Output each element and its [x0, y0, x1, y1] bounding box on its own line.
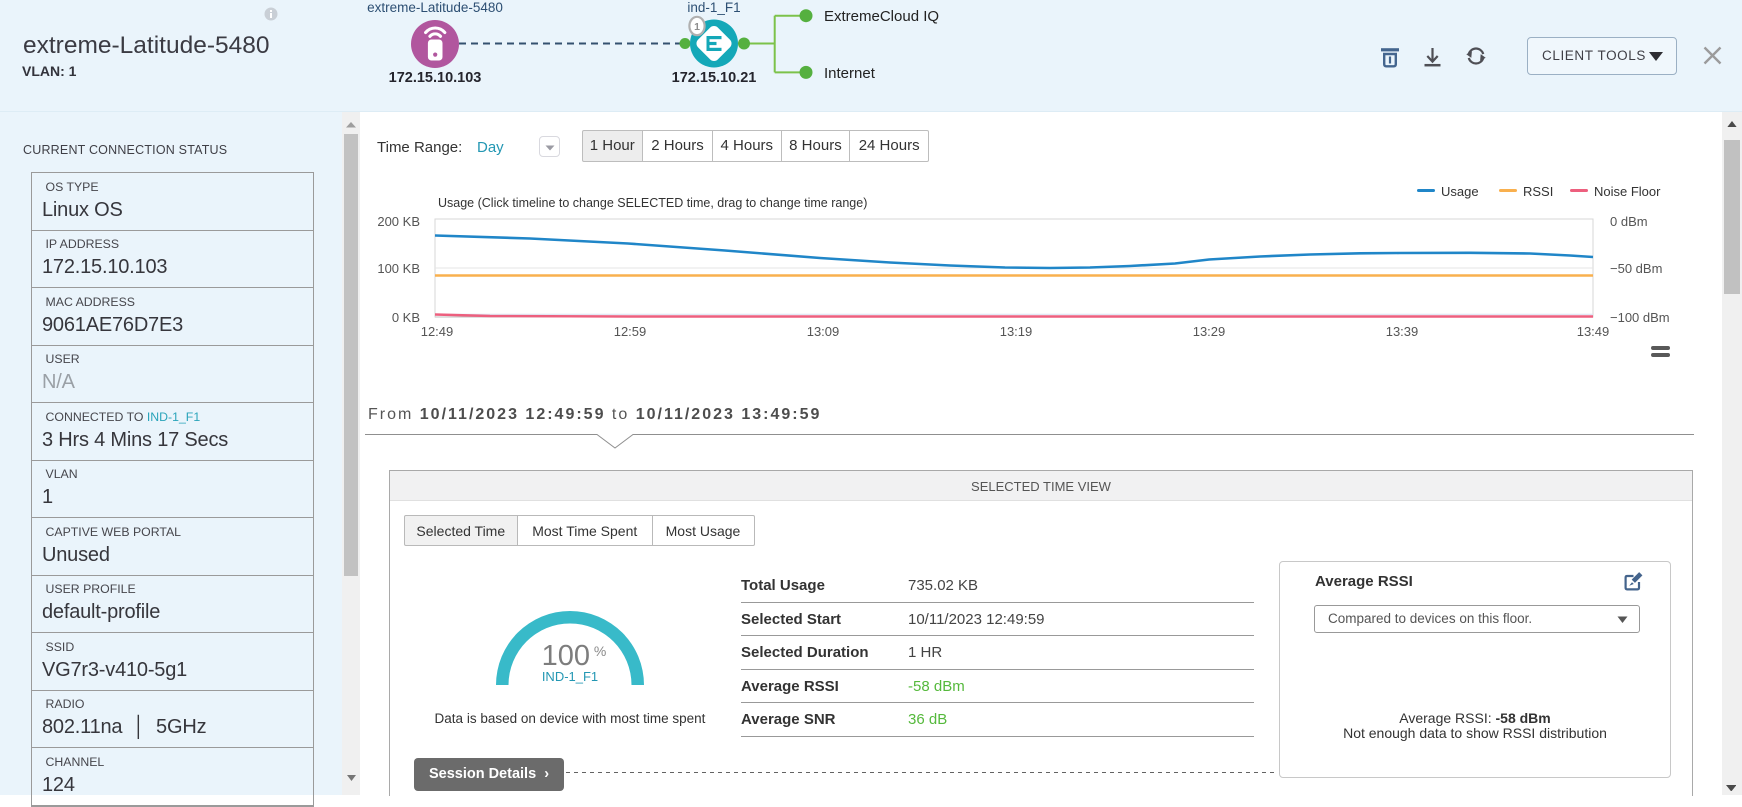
svg-text:1: 1	[694, 21, 700, 33]
